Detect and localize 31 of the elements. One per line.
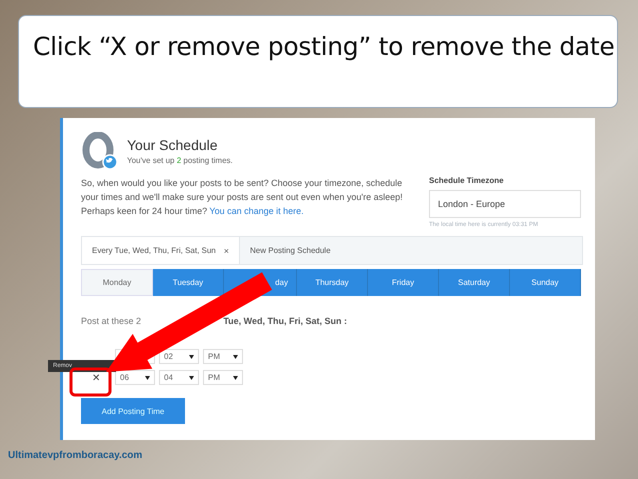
slide-title: Click “X or remove posting” to remove the date [33,32,615,61]
schedule-tab[interactable]: New Posting Schedule [240,237,341,264]
time-select[interactable]: PM [203,349,243,364]
schedule-heading: Your Schedule [127,137,219,153]
day-tab[interactable]: Friday [368,269,439,296]
footer-website: Ultimatevpfromboracay.com [8,450,142,461]
hint-text: Perhaps keen for 24 hour time? You can change it here. [81,205,305,218]
avatar-icon [81,132,119,170]
add-posting-time-button[interactable]: Add Posting Time [81,398,185,424]
timezone-field[interactable]: London - Europe [429,190,581,218]
time-select[interactable]: PM [203,370,243,385]
day-tab[interactable]: Monday [81,269,153,296]
schedule-tab[interactable]: Every Tue, Wed, Thu, Fri, Sat, Sun × [82,237,240,264]
caret-icon [189,376,194,380]
day-tab[interactable]: Thursday [297,269,368,296]
posting-times-summary: You've set up 2 posting times. [127,156,233,165]
intro-text: So, when would you like your posts to be sent? Choose your timezone, schedule your times and we'll make sure your posts are sent out even when you're asleep! [81,177,404,204]
highlight-frame [70,368,112,396]
post-at-text: Post at these 2 [81,316,142,326]
close-icon[interactable]: × [224,246,230,256]
change-link[interactable]: You can change it here. [209,206,304,216]
time-select[interactable]: 04 [159,370,199,385]
caret-icon [145,376,150,380]
day-tab[interactable]: Sunday [510,269,581,296]
caret-icon [233,376,238,380]
day-tab[interactable]: Saturday [439,269,510,296]
day-tab[interactable]: Tuesday [153,269,224,296]
caret-icon [189,354,194,358]
timezone-label: Schedule Timezone [429,176,505,185]
caret-icon [233,354,238,358]
post-at-days: Tue, Wed, Thu, Fri, Sat, Sun : [223,316,347,326]
